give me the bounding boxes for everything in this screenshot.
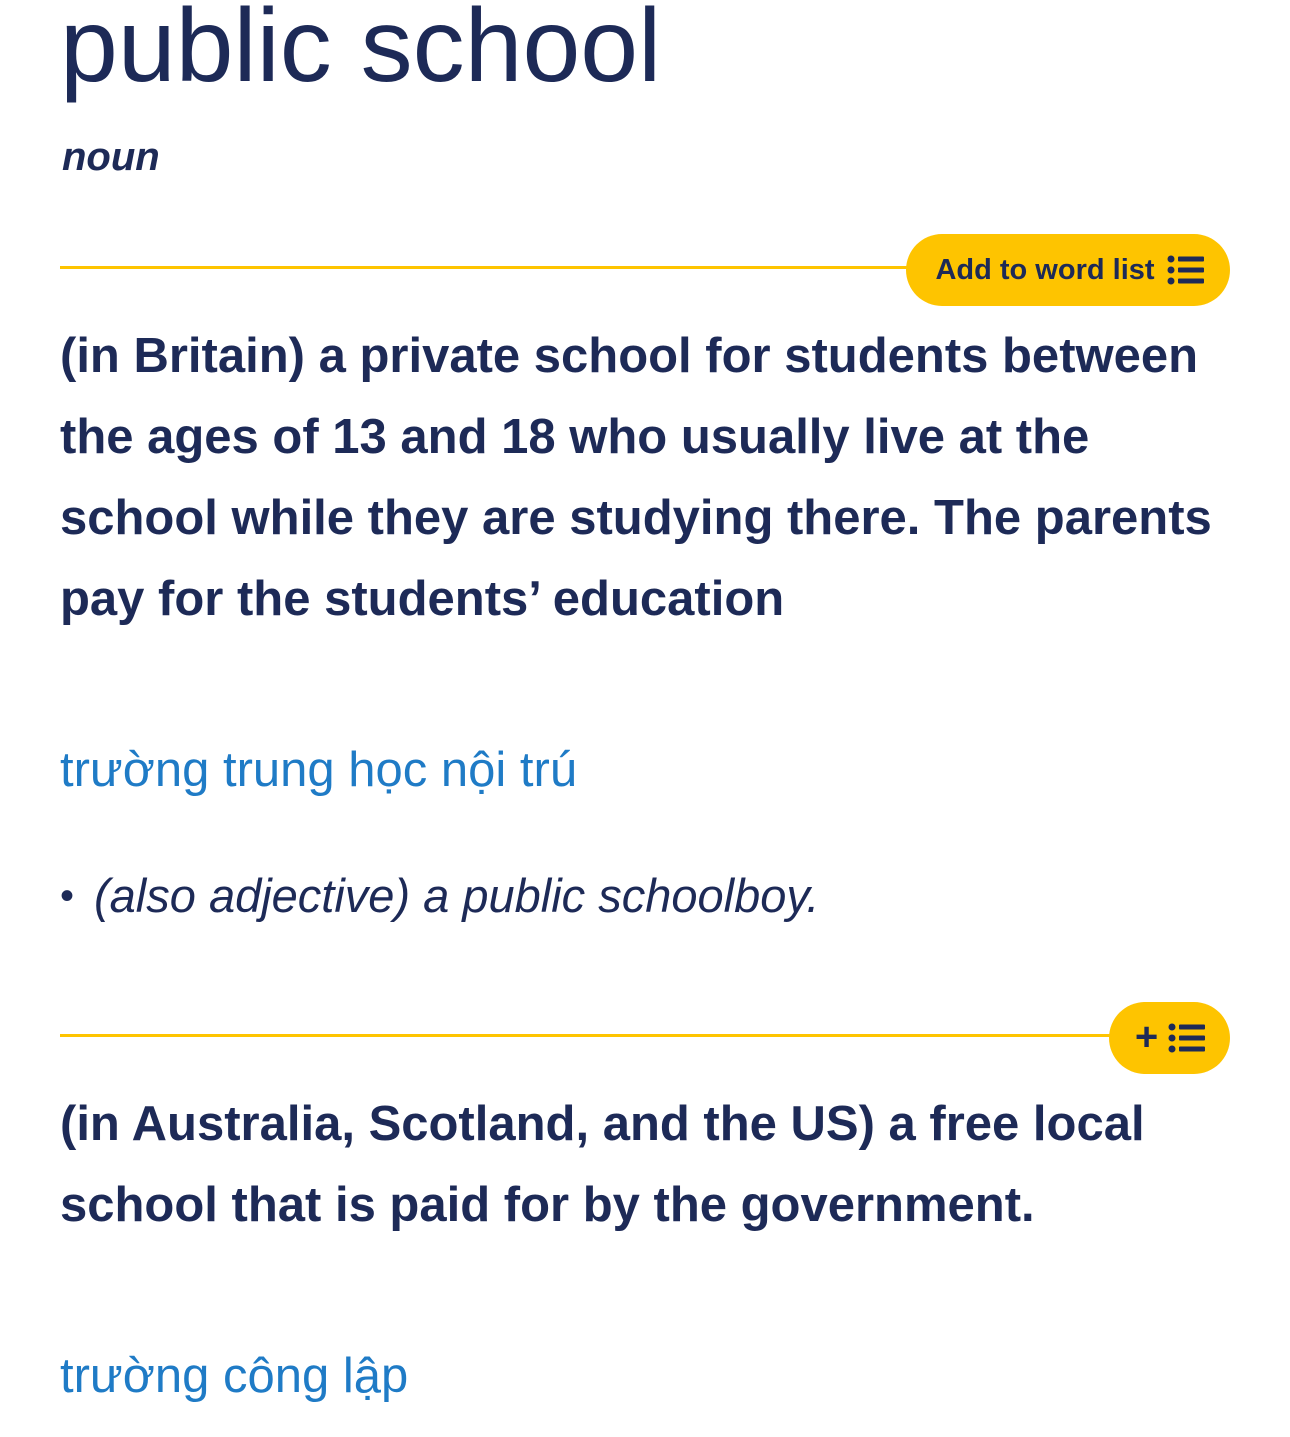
example-text: (also adjective) a public schoolboy. (94, 869, 820, 922)
sense-divider (60, 266, 920, 269)
headword: public school (60, 0, 662, 104)
translation-2: trường công lập (60, 1349, 409, 1403)
list-icon (1168, 1023, 1206, 1053)
plus-icon: + (1134, 1015, 1159, 1059)
add-to-word-list-button[interactable]: Add to word list (906, 234, 1230, 306)
definition-1: (in Britain) a private school for studen… (60, 329, 1212, 626)
definition-2: (in Australia, Scotland, and the US) a f… (60, 1097, 1145, 1232)
dictionary-entry: public school noun Add to word list (in … (0, 0, 1290, 1437)
sense-divider (60, 1034, 1120, 1037)
add-to-word-list-compact-button[interactable]: + (1109, 1002, 1230, 1074)
part-of-speech: noun (62, 135, 160, 179)
add-to-word-list-label: Add to word list (935, 253, 1155, 286)
translation-1: trường trung học nội trú (60, 743, 578, 797)
list-icon (1167, 255, 1204, 285)
example-sentence: • (also adjective) a public schoolboy. (60, 866, 819, 926)
example-bullet: • (60, 874, 75, 918)
